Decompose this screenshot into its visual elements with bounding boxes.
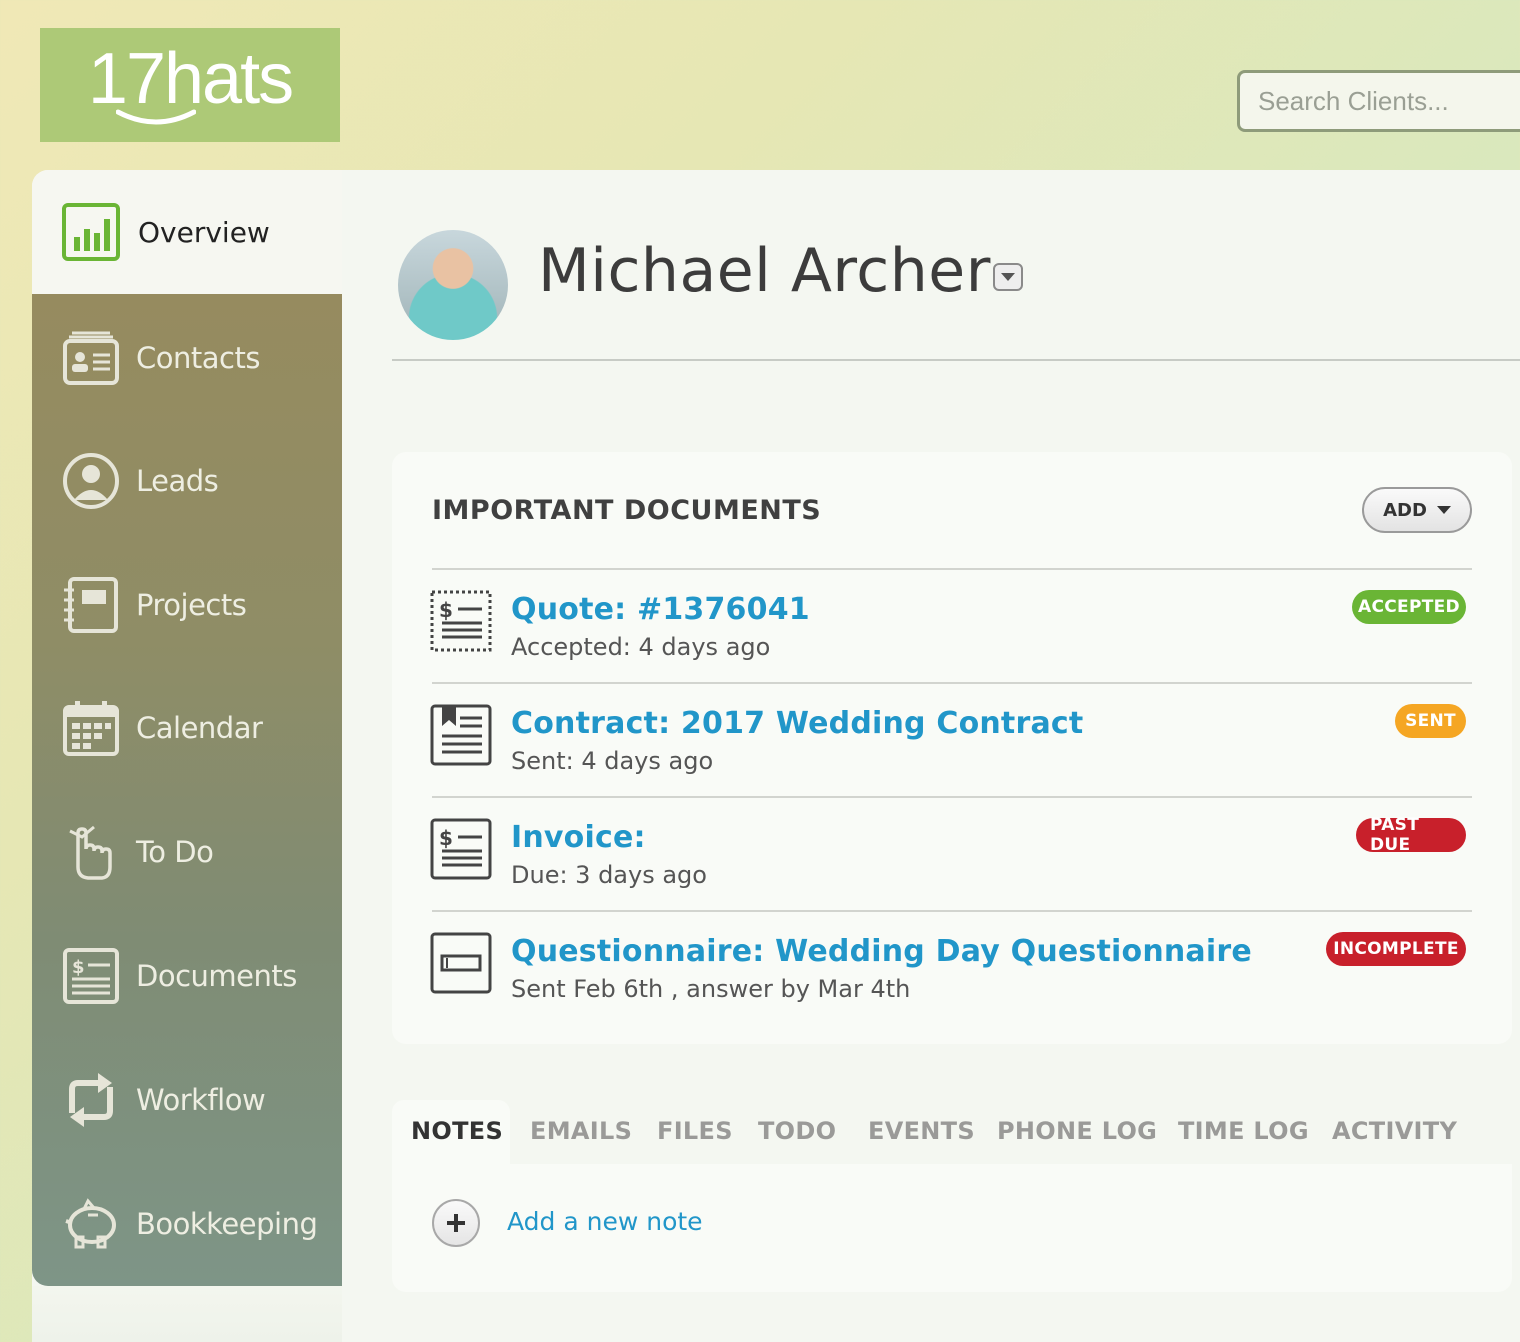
invoice-document-icon: $ (430, 818, 492, 880)
sidebar-item-label: Contacts (136, 341, 260, 375)
sidebar-item-workflow[interactable]: Workflow (62, 1070, 266, 1130)
svg-text:$: $ (439, 598, 453, 622)
sidebar-footer (32, 1286, 342, 1342)
tab-notes[interactable]: NOTES (411, 1117, 503, 1145)
calendar-icon (63, 701, 119, 756)
tab-files[interactable]: FILES (657, 1117, 733, 1145)
contacts-icon (63, 331, 119, 385)
sidebar-item-label: Workflow (136, 1083, 266, 1117)
document-title-link[interactable]: Contract: 2017 Wedding Contract (511, 706, 1083, 741)
sidebar-item-label: Documents (136, 959, 297, 993)
row-divider (432, 682, 1472, 684)
sidebar-item-label: Projects (136, 588, 247, 622)
sidebar-item-todo[interactable]: To Do (62, 822, 214, 882)
app-logo[interactable]: 17hats (40, 28, 340, 142)
status-badge: ACCEPTED (1352, 590, 1466, 624)
contract-document-icon (430, 704, 492, 766)
document-title-link[interactable]: Invoice: (511, 820, 646, 855)
tab-todo[interactable]: TODO (758, 1117, 836, 1145)
tab-phone-log[interactable]: PHONE LOG (997, 1117, 1157, 1145)
status-badge: INCOMPLETE (1326, 932, 1466, 966)
tab-events[interactable]: EVENTS (868, 1117, 975, 1145)
sidebar-item-label: Calendar (136, 711, 263, 745)
sidebar-item-label: Bookkeeping (136, 1207, 318, 1241)
document-subtitle: Sent Feb 6th , answer by Mar 4th (511, 975, 911, 1003)
add-button-label: ADD (1383, 499, 1427, 521)
svg-text:$: $ (72, 957, 84, 978)
bookkeeping-icon (65, 1198, 116, 1249)
document-subtitle: Accepted: 4 days ago (511, 633, 771, 661)
add-note-button[interactable] (432, 1199, 480, 1247)
leads-icon (63, 453, 119, 509)
documents-icon: $ (63, 948, 119, 1004)
sidebar-item-bookkeeping[interactable]: Bookkeeping (62, 1194, 318, 1254)
sidebar-item-documents[interactable]: $ Documents (62, 946, 297, 1006)
add-note-link[interactable]: Add a new note (507, 1207, 703, 1236)
header-divider (392, 359, 1520, 361)
tab-activity[interactable]: ACTIVITY (1332, 1117, 1457, 1145)
questionnaire-document-icon (430, 932, 492, 994)
row-divider (432, 796, 1472, 798)
sidebar-item-label: Leads (136, 464, 219, 498)
sidebar-item-label: Overview (138, 215, 270, 249)
sidebar-item-label: To Do (136, 835, 214, 869)
quote-document-icon: $ (430, 590, 492, 652)
search-clients-input[interactable] (1237, 70, 1520, 132)
client-name: Michael Archer (538, 236, 991, 306)
document-title-link[interactable]: Quote: #1376041 (511, 592, 810, 627)
sidebar-item-projects[interactable]: Projects (62, 575, 247, 635)
sidebar-item-overview[interactable]: Overview (32, 170, 342, 294)
caret-down-icon (1001, 273, 1015, 281)
logo-smile-icon (116, 109, 196, 125)
document-subtitle: Due: 3 days ago (511, 861, 707, 889)
client-avatar[interactable] (398, 230, 508, 340)
row-divider (432, 568, 1472, 570)
client-menu-dropdown[interactable] (993, 263, 1023, 291)
projects-icon (64, 577, 118, 633)
tab-time-log[interactable]: TIME LOG (1178, 1117, 1309, 1145)
document-title-link[interactable]: Questionnaire: Wedding Day Questionnaire (511, 934, 1252, 969)
status-badge: SENT (1395, 704, 1466, 738)
document-subtitle: Sent: 4 days ago (511, 747, 714, 775)
tab-emails[interactable]: EMAILS (530, 1117, 632, 1145)
plus-icon (447, 1214, 465, 1232)
sidebar-item-leads[interactable]: Leads (62, 451, 219, 511)
sidebar-nav: Contacts Leads Projects Calendar To Do $… (32, 294, 342, 1286)
sidebar-item-contacts[interactable]: Contacts (62, 328, 260, 388)
svg-text:$: $ (439, 826, 453, 850)
caret-down-icon (1436, 506, 1451, 514)
overview-chart-icon (62, 203, 120, 261)
row-divider (432, 910, 1472, 912)
status-badge: PAST DUE (1356, 815, 1466, 855)
todo-icon (69, 825, 112, 880)
workflow-icon (69, 1073, 113, 1127)
card-title: IMPORTANT DOCUMENTS (432, 495, 822, 526)
sidebar-item-calendar[interactable]: Calendar (62, 698, 263, 758)
add-document-button[interactable]: ADD (1362, 487, 1472, 533)
